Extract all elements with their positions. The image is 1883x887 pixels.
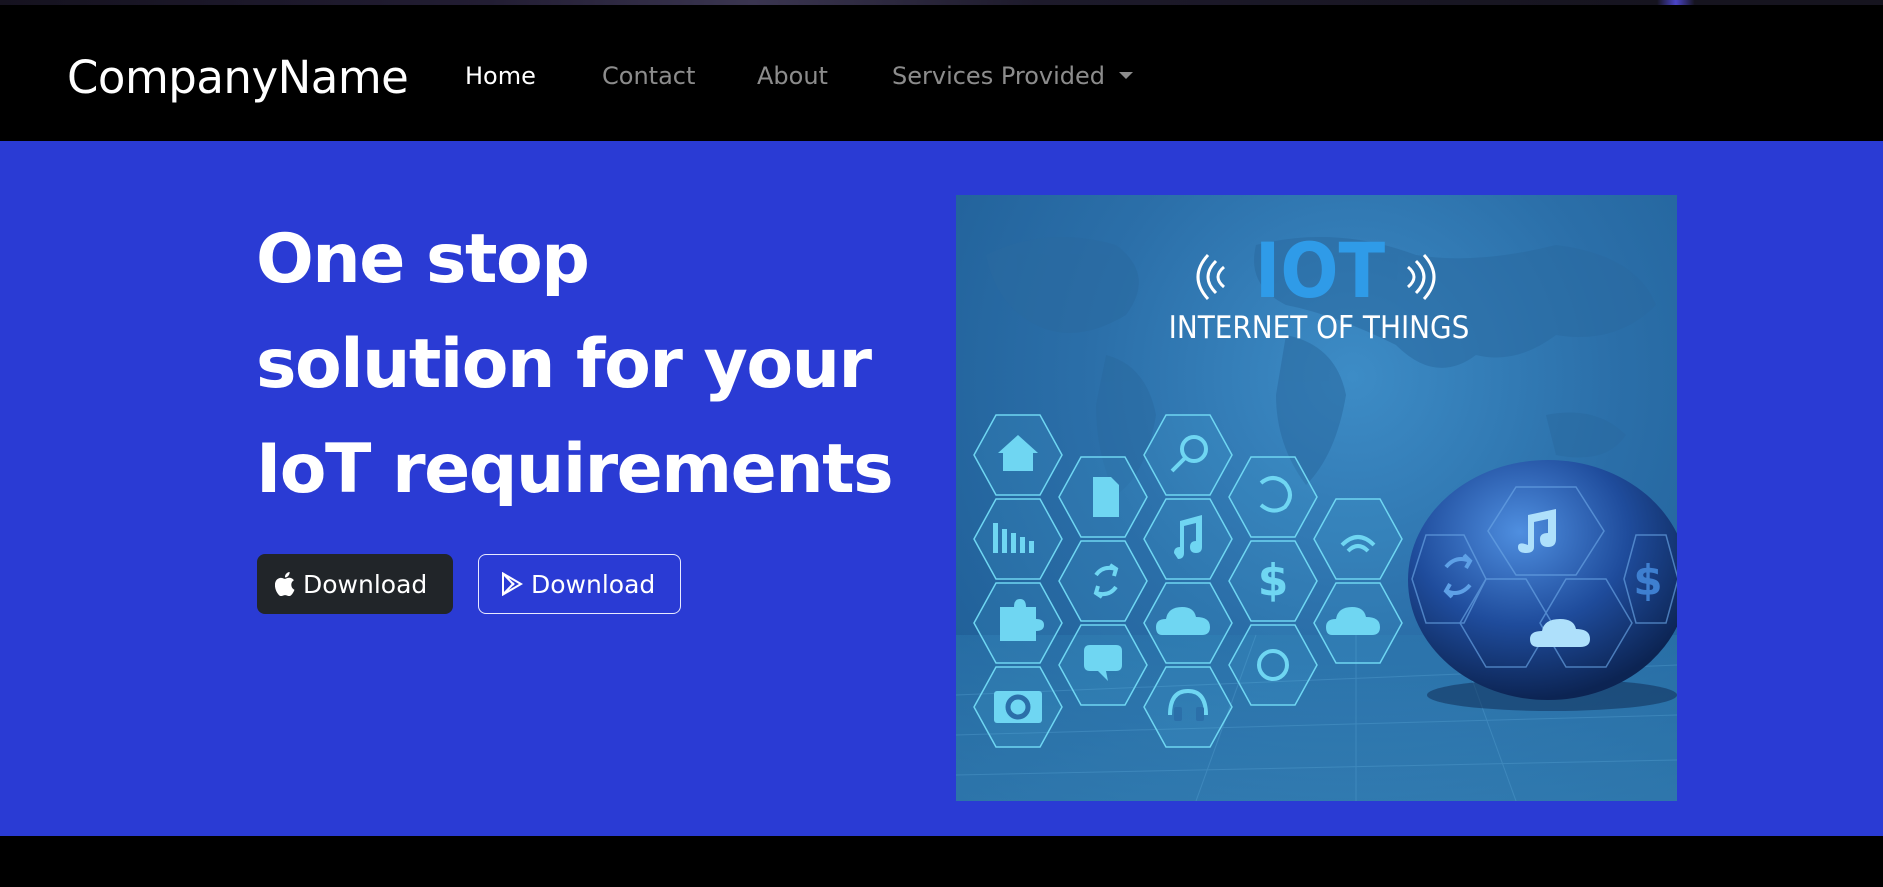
hex-music xyxy=(1143,498,1233,580)
nav-contact-link[interactable]: Contact xyxy=(602,59,695,93)
google-play-download-label: Download xyxy=(531,569,656,599)
nav-services-dropdown[interactable]: Services Provided xyxy=(892,59,1134,93)
chart-icon xyxy=(993,523,998,553)
nav-about-link[interactable]: About xyxy=(757,59,828,93)
brand-logo[interactable]: CompanyName xyxy=(67,48,409,108)
app-store-download-button[interactable]: Download xyxy=(257,554,453,614)
headline-line-1: One stop xyxy=(256,220,590,299)
footer-band xyxy=(0,836,1883,887)
hex-sync xyxy=(1058,540,1148,622)
nav-services-label: Services Provided xyxy=(892,62,1106,90)
headline-line-2: solution for your xyxy=(256,325,872,404)
headline-line-3: IoT requirements xyxy=(256,430,894,509)
nav-home-link[interactable]: Home xyxy=(465,59,536,93)
dollar-icon: $ xyxy=(1258,555,1289,606)
document-icon xyxy=(1093,477,1119,517)
google-play-download-button[interactable]: Download xyxy=(478,554,681,614)
hero-headline: One stop solution for your IoT requireme… xyxy=(256,207,956,522)
hex-chart xyxy=(973,498,1063,580)
caret-down-icon xyxy=(1119,72,1134,79)
hero-section: One stop solution for your IoT requireme… xyxy=(0,141,1883,836)
apple-icon xyxy=(275,572,295,596)
navbar: CompanyName Home Contact About Services … xyxy=(0,5,1883,141)
google-play-icon xyxy=(501,572,523,596)
iot-subtitle-text: INTERNET OF THINGS xyxy=(1169,310,1470,346)
sphere-dollar-icon: $ xyxy=(1633,556,1662,605)
iot-illustration: IOT INTERNET OF THINGS $ $ xyxy=(956,195,1677,801)
hex-search xyxy=(1143,414,1233,496)
app-store-download-label: Download xyxy=(303,569,428,599)
iot-title-text: IOT xyxy=(1255,226,1386,315)
